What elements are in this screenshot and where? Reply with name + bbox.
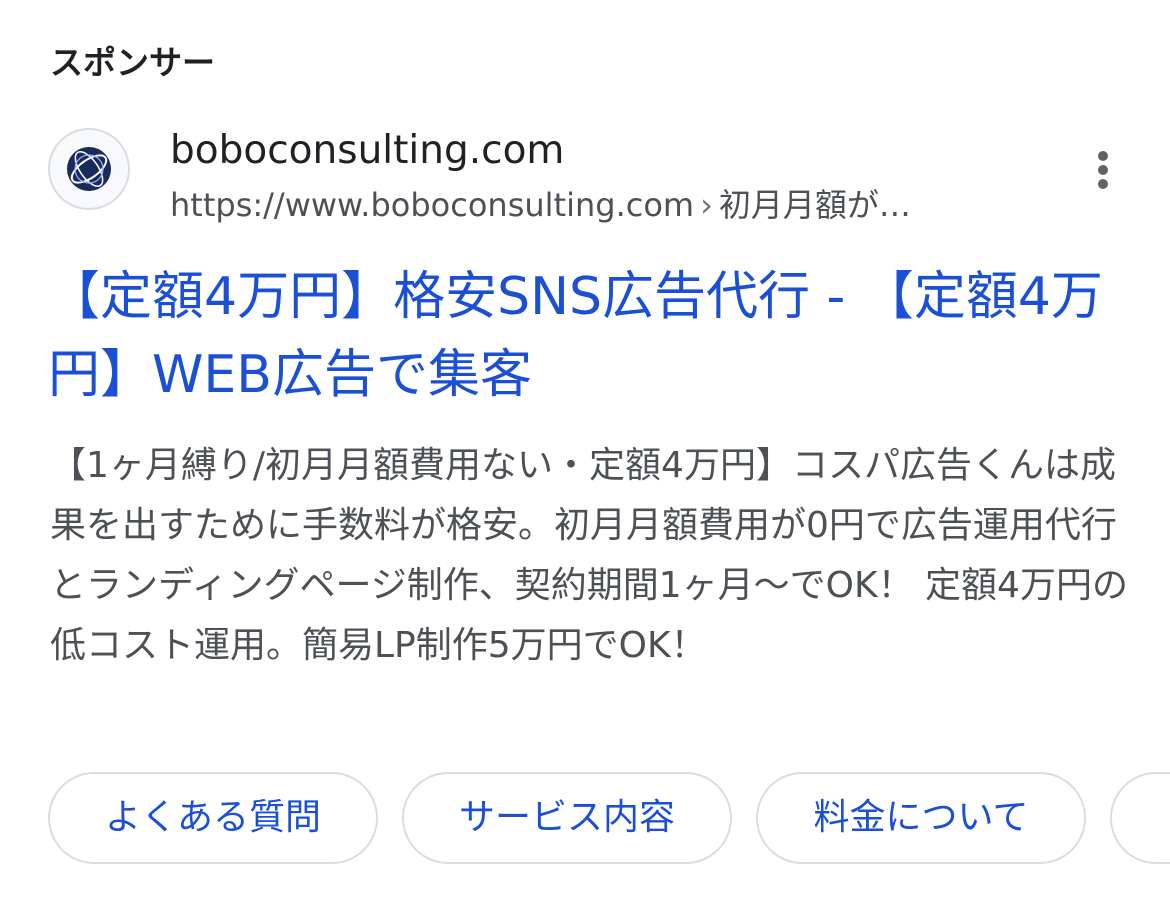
globe-logo-icon: [48, 128, 130, 210]
chevron-right-icon: ›: [700, 186, 713, 224]
sitelink-chip-pricing[interactable]: 料金について: [756, 772, 1086, 864]
sitelink-chip-more[interactable]: [1110, 772, 1170, 864]
url-text: https://www.boboconsulting.com: [170, 186, 695, 224]
site-url[interactable]: https://www.boboconsulting.com › 初月月額が…: [170, 180, 911, 226]
sponsored-label: スポンサー: [50, 43, 215, 82]
sitelink-chips: よくある質問 サービス内容 料金について: [48, 772, 1170, 868]
sitelink-chip-services[interactable]: サービス内容: [402, 772, 732, 864]
ad-headline-link[interactable]: 【定額4万円】格安SNS広告代行 - 【定額4万円】WEB広告で集客: [48, 258, 1138, 414]
site-name[interactable]: boboconsulting.com: [170, 128, 564, 173]
ad-description: 【1ヶ月縛り/初月月額費用ない・定額4万円】コスパ広告くんは成果を出すために手数…: [50, 445, 1128, 666]
url-breadcrumb: 初月月額が…: [718, 186, 911, 224]
more-vert-icon[interactable]: [1090, 148, 1118, 192]
ad-site-header[interactable]: boboconsulting.com https://www.boboconsu…: [48, 126, 1128, 224]
sitelink-chip-faq[interactable]: よくある質問: [48, 772, 378, 864]
